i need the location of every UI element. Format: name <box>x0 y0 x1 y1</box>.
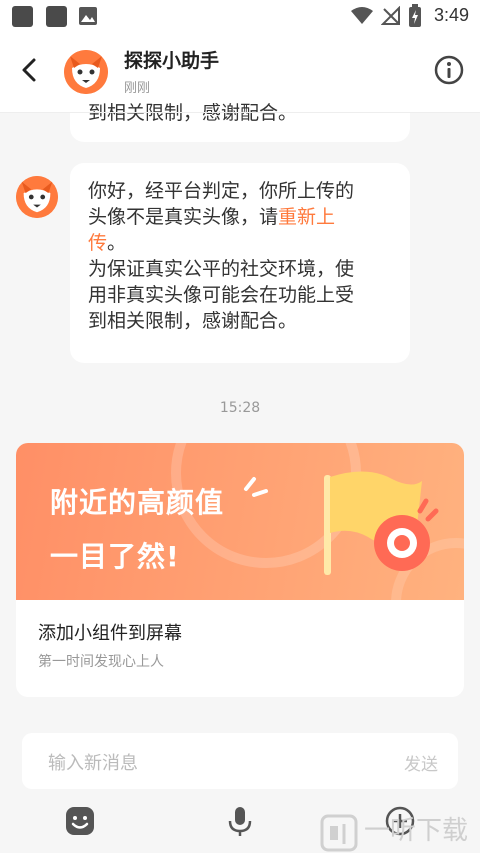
watermark-text: 一听下载 <box>364 816 469 846</box>
message-line: 头像不是真实头像，请重新上 <box>88 206 336 228</box>
chat-title: 探探小助手 <box>124 50 220 72</box>
info-icon[interactable] <box>433 54 465 86</box>
message-input-placeholder: 输入新消息 <box>48 753 138 774</box>
emoji-icon[interactable] <box>64 805 96 837</box>
message-line: 为保证真实公平的社交环境，使 <box>88 258 355 280</box>
message-line: 传。 <box>88 232 127 254</box>
status-bar: 3:49 <box>0 0 480 32</box>
notification-icon <box>46 6 67 27</box>
back-arrow-icon[interactable] <box>16 56 44 84</box>
status-time: 3:49 <box>433 5 469 25</box>
message-input[interactable]: 输入新消息 发送 <box>22 733 458 789</box>
signal-icon <box>381 6 400 25</box>
microphone-icon[interactable] <box>224 805 256 837</box>
message-timestamp: 15:28 <box>219 400 261 416</box>
banner-headline: 一目了然! <box>50 540 180 573</box>
card-title: 添加小组件到屏幕 <box>38 623 182 644</box>
watermark-logo-icon <box>320 814 358 852</box>
reupload-link[interactable]: 传 <box>88 232 107 254</box>
flag-eye-icon <box>324 471 439 575</box>
assistant-avatar[interactable] <box>64 50 108 94</box>
notification-icon <box>12 6 33 27</box>
send-button[interactable]: 发送 <box>404 750 438 775</box>
widget-promo-card[interactable]: 附近的高颜值 一目了然! 添加小组件到屏幕 第一时间发现心上人 <box>16 443 464 697</box>
wifi-icon <box>351 7 373 24</box>
card-subtitle: 第一时间发现心上人 <box>38 654 164 670</box>
message-line: 你好，经平台判定，你所上传的 <box>88 180 355 202</box>
image-icon <box>79 7 97 25</box>
watermark: 一听下载 <box>312 810 480 853</box>
message-line: 到相关限制，感谢配合。 <box>88 310 298 332</box>
message-text: 你好，经平台判定，你所上传的 头像不是真实头像，请重新上 传。 为保证真实公平的… <box>88 178 392 334</box>
fox-icon <box>64 50 108 94</box>
promo-banner[interactable]: 附近的高颜值 一目了然! <box>16 443 464 600</box>
banner-headline: 附近的高颜值 <box>50 486 225 519</box>
message-line: 用非真实头像可能会在功能上受 <box>88 284 355 306</box>
battery-icon <box>409 4 421 27</box>
fox-icon <box>16 176 58 218</box>
header-divider <box>0 112 480 113</box>
message-avatar[interactable] <box>16 176 58 218</box>
message-bubble-previous: 到相关限制，感谢配合。 <box>70 94 410 142</box>
reupload-link[interactable]: 重新上 <box>278 206 335 228</box>
